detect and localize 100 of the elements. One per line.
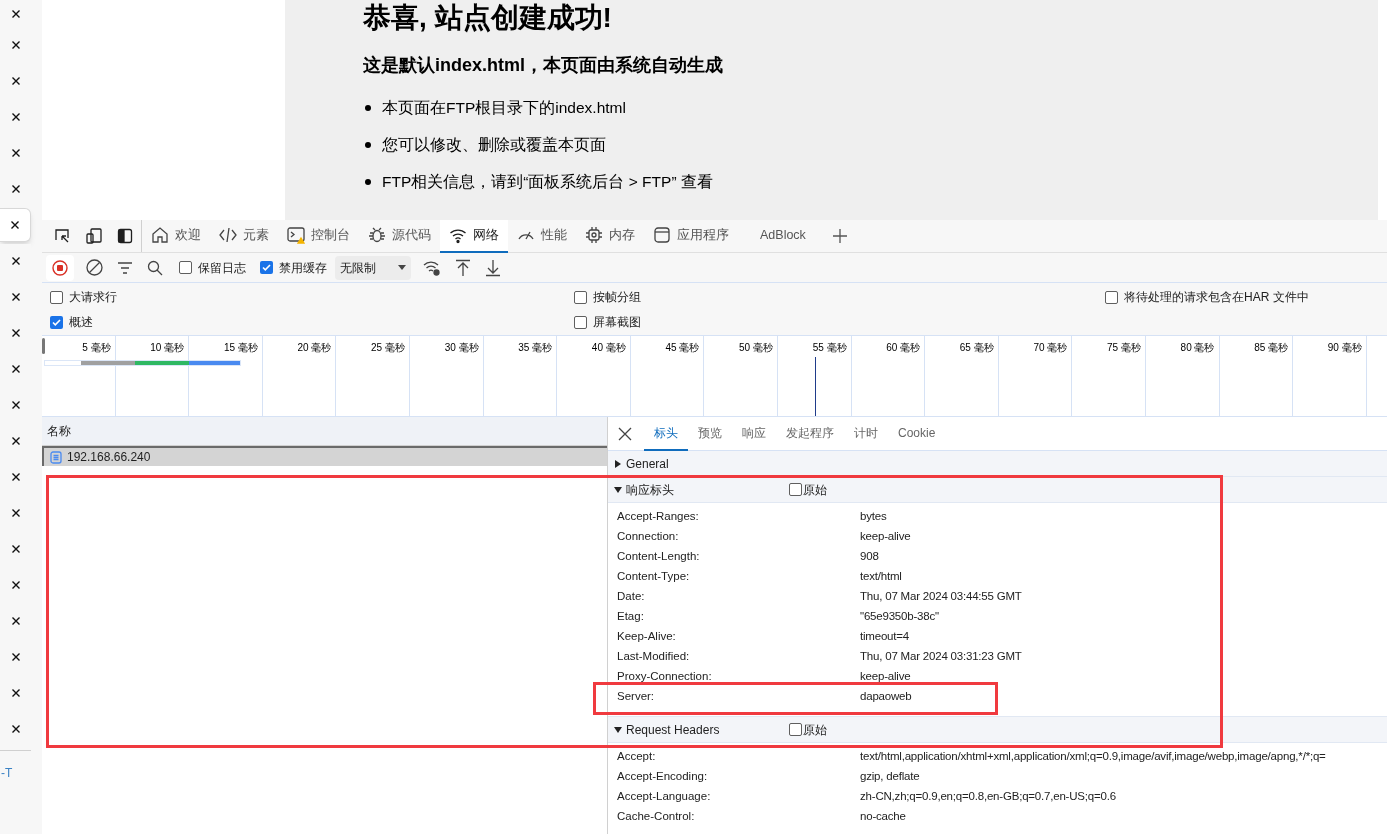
devtools-tab[interactable]: 内存 <box>576 219 644 253</box>
header-value: Thu, 07 Mar 2024 03:31:23 GMT <box>860 649 1022 665</box>
devtools-tab[interactable]: 网络 <box>440 219 508 253</box>
time-tick-label: 85 毫秒 <box>1254 342 1289 354</box>
header-name: Accept-Language: <box>616 789 712 805</box>
header-value: keep-alive <box>860 669 911 685</box>
header-name: Proxy-Connection: <box>616 669 713 685</box>
checkbox[interactable] <box>260 261 273 274</box>
checkbox-label: 大请求行 <box>69 289 117 306</box>
caret-icon <box>398 264 406 271</box>
wifi-icon <box>449 226 467 244</box>
detail-tab[interactable]: 响应 <box>732 417 776 451</box>
time-tick-label: 10 毫秒 <box>150 342 185 354</box>
add-icon <box>831 228 848 244</box>
checkbox[interactable] <box>1105 290 1118 304</box>
detail-tab[interactable]: Cookie <box>888 417 946 451</box>
close-icon <box>10 76 21 86</box>
close-icon <box>10 8 21 19</box>
checkbox[interactable] <box>789 483 802 496</box>
checkbox-label: 屏幕截图 <box>593 314 641 331</box>
close-icon <box>10 220 20 230</box>
header-value: 908 <box>860 549 879 565</box>
close-icon <box>10 688 21 698</box>
close-icon <box>10 328 21 338</box>
upload-icon <box>455 258 471 277</box>
time-tick-label: 30 毫秒 <box>444 342 479 354</box>
time-tick-label: 35 毫秒 <box>518 342 553 354</box>
section-header[interactable]: Request Headers <box>614 720 789 739</box>
record-button[interactable] <box>46 254 74 281</box>
checkbox[interactable] <box>50 290 63 304</box>
time-marker <box>815 357 816 416</box>
time-tick-label: 15 毫秒 <box>223 342 258 354</box>
header-value: timeout=4 <box>860 629 910 645</box>
checkbox-label: 概述 <box>69 314 93 331</box>
detail-tab[interactable]: 预览 <box>688 417 732 451</box>
close-icon <box>10 364 21 374</box>
bullet-icon <box>365 104 371 111</box>
detail-tab[interactable]: 发起程序 <box>776 417 844 451</box>
section-header[interactable]: 响应标头 <box>614 480 789 499</box>
caret-icon <box>614 459 622 468</box>
checkbox[interactable] <box>50 315 63 329</box>
header-value: gzip, deflate <box>860 769 920 785</box>
column-header: 名称 <box>47 423 71 440</box>
overview-handle[interactable] <box>42 338 45 354</box>
devtools-tab[interactable]: 元素 <box>210 219 278 253</box>
bullet-icon <box>365 141 371 148</box>
header-value: keep-alive <box>860 529 911 545</box>
clear-icon <box>86 259 103 276</box>
header-value: text/html,application/xhtml+xml,application/xml;q=0.9,image/avif,image/webp,image/apng,*/*;q= <box>860 749 1326 765</box>
header-name: Last-Modified: <box>616 649 691 665</box>
time-tick-label: 20 毫秒 <box>297 342 332 354</box>
tab-label: -T <box>0 765 14 782</box>
throttle-dropdown[interactable]: 无限制 <box>335 255 411 280</box>
devtools-tab[interactable]: 性能 <box>508 219 576 253</box>
time-tick-label: 55 毫秒 <box>812 342 847 354</box>
device-icon <box>85 227 103 245</box>
checkbox[interactable] <box>789 723 802 736</box>
header-name: Cache-Control: <box>616 809 696 825</box>
close-icon <box>10 544 21 554</box>
close-icon <box>10 580 21 590</box>
filter-icon <box>117 259 133 276</box>
time-tick-label: 40 毫秒 <box>591 342 626 354</box>
request-row[interactable]: 192.168.66.240 <box>42 446 607 466</box>
header-value: Thu, 07 Mar 2024 03:44:55 GMT <box>860 589 1022 605</box>
checkbox-label: 原始 <box>803 481 827 499</box>
header-name: Accept: <box>616 749 657 765</box>
search-icon <box>147 259 163 276</box>
bullet-icon <box>365 178 371 185</box>
devtools-tab[interactable]: 应用程序 <box>644 219 738 253</box>
detail-tab[interactable]: 计时 <box>844 417 888 451</box>
checkbox[interactable] <box>574 290 587 304</box>
header-name: Keep-Alive: <box>616 629 677 645</box>
header-value: text/html <box>860 569 902 585</box>
time-tick-label: 65 毫秒 <box>959 342 994 354</box>
close-icon <box>10 508 21 518</box>
time-tick-label: 45 毫秒 <box>665 342 700 354</box>
time-tick-label: 75 毫秒 <box>1107 342 1141 354</box>
checkbox[interactable] <box>574 315 587 329</box>
header-name: Etag: <box>616 609 645 625</box>
devtools-tab[interactable]: AdBlock <box>738 219 828 253</box>
code-icon <box>219 226 237 244</box>
list-item-text: 本页面在FTP根目录下的index.html <box>382 98 626 118</box>
devtools-tab[interactable]: 控制台 <box>278 219 359 253</box>
checkbox-label: 保留日志 <box>198 259 246 277</box>
console-icon <box>287 226 305 244</box>
header-name: Date: <box>616 589 646 605</box>
header-value: zh-CN,zh;q=0.9,en;q=0.8,en-GB;q=0.7,en-US;q=0.6 <box>860 789 1116 805</box>
checkbox-label: 原始 <box>803 721 827 739</box>
caret-icon <box>614 485 622 494</box>
time-tick-label: 70 毫秒 <box>1033 342 1068 354</box>
devtools-tab[interactable]: 欢迎 <box>142 219 210 253</box>
close-icon <box>10 436 21 446</box>
checkbox-label: 禁用缓存 <box>279 259 327 277</box>
section-header[interactable]: General <box>614 454 789 473</box>
time-tick-label: 90 毫秒 <box>1327 342 1362 354</box>
close-icon <box>10 112 21 122</box>
tab-item[interactable] <box>0 208 31 242</box>
checkbox[interactable] <box>179 261 192 274</box>
devtools-tab[interactable]: 源代码 <box>359 219 440 253</box>
time-tick-label: 80 毫秒 <box>1180 342 1215 354</box>
